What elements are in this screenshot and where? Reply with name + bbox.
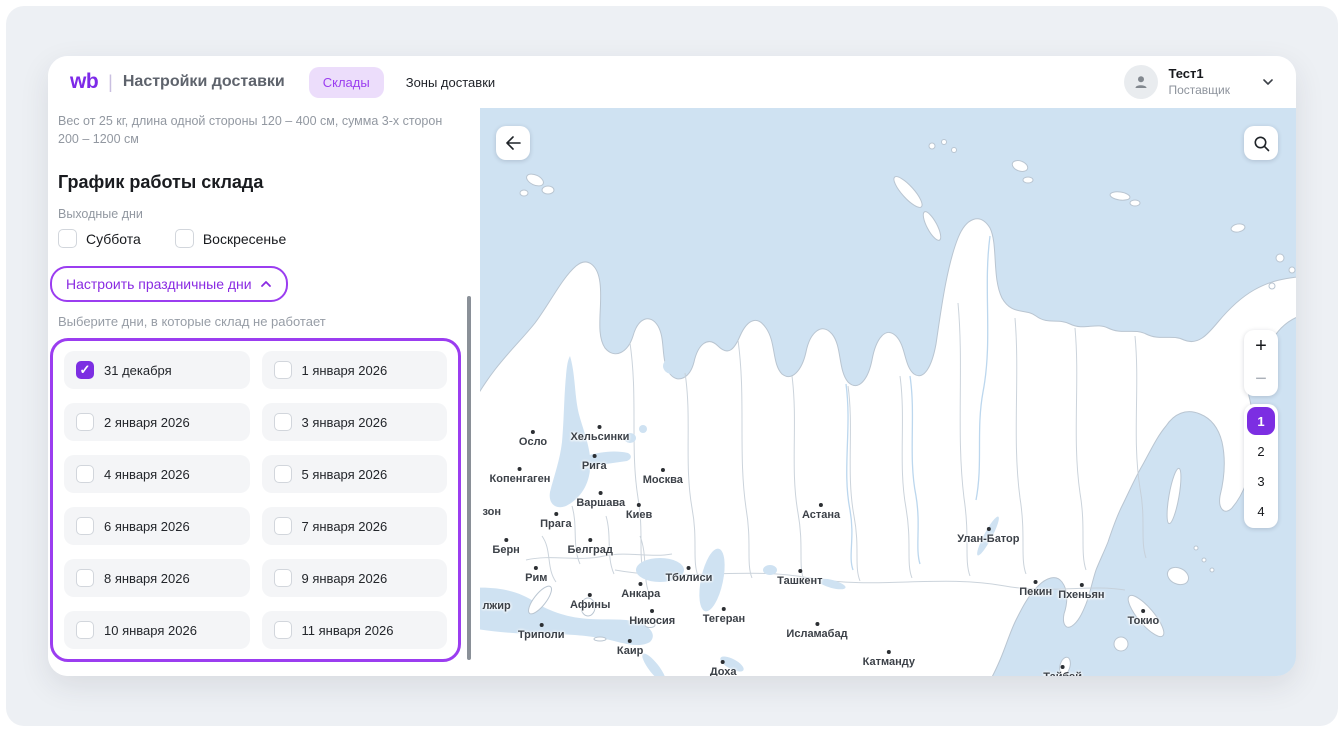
holidays-toggle-label: Настроить праздничные дни xyxy=(66,276,252,292)
holiday-checkbox-item[interactable]: 2 января 2026 xyxy=(64,403,250,441)
holidays-hint: Выберите дни, в которые склад не работае… xyxy=(58,314,480,329)
user-menu[interactable]: Тест1 Поставщик xyxy=(1124,65,1274,99)
holiday-label: 7 января 2026 xyxy=(302,519,388,534)
holiday-checkbox-item[interactable]: 5 января 2026 xyxy=(262,455,448,493)
holiday-checkbox-item[interactable]: 1 января 2026 xyxy=(262,351,448,389)
app-header: wb | Настройки доставки Склады Зоны дост… xyxy=(48,56,1296,108)
holiday-checkbox[interactable] xyxy=(274,517,292,535)
logo-divider: | xyxy=(108,72,113,93)
chevron-down-icon[interactable] xyxy=(1262,78,1274,86)
user-info: Тест1 Поставщик xyxy=(1168,66,1230,97)
avatar xyxy=(1124,65,1158,99)
search-icon xyxy=(1253,135,1270,152)
map-canvas xyxy=(480,108,1296,676)
holiday-checkbox[interactable] xyxy=(274,465,292,483)
wb-logo: wb xyxy=(70,70,98,94)
person-icon xyxy=(1133,74,1149,90)
holiday-checkbox-item[interactable]: 3 января 2026 xyxy=(262,403,448,441)
zoom-panel: + − xyxy=(1244,330,1278,396)
page-title: Настройки доставки xyxy=(123,73,285,91)
settings-panel: Вес от 25 кг, длина одной стороны 120 – … xyxy=(48,108,480,676)
holiday-label: 4 января 2026 xyxy=(104,467,190,482)
holidays-toggle-button[interactable]: Настроить праздничные дни xyxy=(50,266,288,302)
schedule-title: График работы склада xyxy=(58,172,480,193)
holiday-checkbox[interactable] xyxy=(76,621,94,639)
holiday-checkbox[interactable] xyxy=(274,621,292,639)
holiday-label: 31 декабря xyxy=(104,363,172,378)
tab-warehouses[interactable]: Склады xyxy=(309,67,384,98)
holiday-checkbox-item[interactable]: 4 января 2026 xyxy=(64,455,250,493)
holiday-checkbox-item[interactable]: 7 января 2026 xyxy=(262,507,448,545)
map-page-button-4[interactable]: 4 xyxy=(1247,497,1275,525)
map-page-button-1[interactable]: 1 xyxy=(1247,407,1275,435)
holiday-label: 6 января 2026 xyxy=(104,519,190,534)
app-window: wb | Настройки доставки Склады Зоны дост… xyxy=(48,56,1296,676)
holiday-label: 5 января 2026 xyxy=(302,467,388,482)
holiday-label: 10 января 2026 xyxy=(104,623,197,638)
holiday-checkbox-item[interactable]: 9 января 2026 xyxy=(262,559,448,597)
holiday-label: 8 января 2026 xyxy=(104,571,190,586)
map-page-list: 1234 xyxy=(1244,404,1278,528)
panel-scrollbar[interactable] xyxy=(467,296,471,660)
user-role: Поставщик xyxy=(1168,83,1230,98)
holiday-label: 3 января 2026 xyxy=(302,415,388,430)
checkbox-label: Воскресенье xyxy=(203,231,286,247)
zoom-out-button[interactable]: − xyxy=(1244,363,1278,396)
weekend-label: Выходные дни xyxy=(58,207,480,221)
holiday-checkbox[interactable] xyxy=(76,569,94,587)
tab-delivery-zones[interactable]: Зоны доставки xyxy=(392,67,509,98)
holiday-checkbox-item[interactable]: 31 декабря xyxy=(64,351,250,389)
holiday-checkbox-item[interactable]: 10 января 2026 xyxy=(64,611,250,649)
holidays-grid: 31 декабря 1 января 2026 2 января 2026 3… xyxy=(64,351,447,649)
holiday-label: 9 января 2026 xyxy=(302,571,388,586)
holiday-checkbox[interactable] xyxy=(274,361,292,379)
checkbox-saturday[interactable]: Суббота xyxy=(58,229,141,248)
holiday-checkbox[interactable] xyxy=(274,413,292,431)
checkbox-icon[interactable] xyxy=(58,229,77,248)
map[interactable]: ОслоХельсинкиРигаКопенгагенМоскваВаршава… xyxy=(480,108,1296,676)
holiday-label: 2 января 2026 xyxy=(104,415,190,430)
chevron-up-icon xyxy=(260,280,272,288)
checkbox-label: Суббота xyxy=(86,231,141,247)
arrow-left-icon xyxy=(505,136,521,150)
holidays-box: 31 декабря 1 января 2026 2 января 2026 3… xyxy=(50,338,461,662)
header-tabs: Склады Зоны доставки xyxy=(309,67,509,98)
zoom-in-button[interactable]: + xyxy=(1244,330,1278,363)
size-note: Вес от 25 кг, длина одной стороны 120 – … xyxy=(58,112,456,148)
holiday-checkbox[interactable] xyxy=(76,517,94,535)
map-page-button-3[interactable]: 3 xyxy=(1247,467,1275,495)
user-name: Тест1 xyxy=(1168,66,1230,82)
holiday-checkbox[interactable] xyxy=(76,465,94,483)
holiday-checkbox[interactable] xyxy=(76,413,94,431)
holiday-label: 11 января 2026 xyxy=(302,623,394,638)
map-back-button[interactable] xyxy=(496,126,530,160)
map-search-button[interactable] xyxy=(1244,126,1278,160)
checkbox-icon[interactable] xyxy=(175,229,194,248)
weekend-checkboxes: Суббота Воскресенье xyxy=(58,229,480,248)
holiday-label: 1 января 2026 xyxy=(302,363,388,378)
holiday-checkbox[interactable] xyxy=(76,361,94,379)
checkbox-sunday[interactable]: Воскресенье xyxy=(175,229,286,248)
map-page-button-2[interactable]: 2 xyxy=(1247,437,1275,465)
holiday-checkbox[interactable] xyxy=(274,569,292,587)
holiday-checkbox-item[interactable]: 6 января 2026 xyxy=(64,507,250,545)
holiday-checkbox-item[interactable]: 8 января 2026 xyxy=(64,559,250,597)
holiday-checkbox-item[interactable]: 11 января 2026 xyxy=(262,611,448,649)
